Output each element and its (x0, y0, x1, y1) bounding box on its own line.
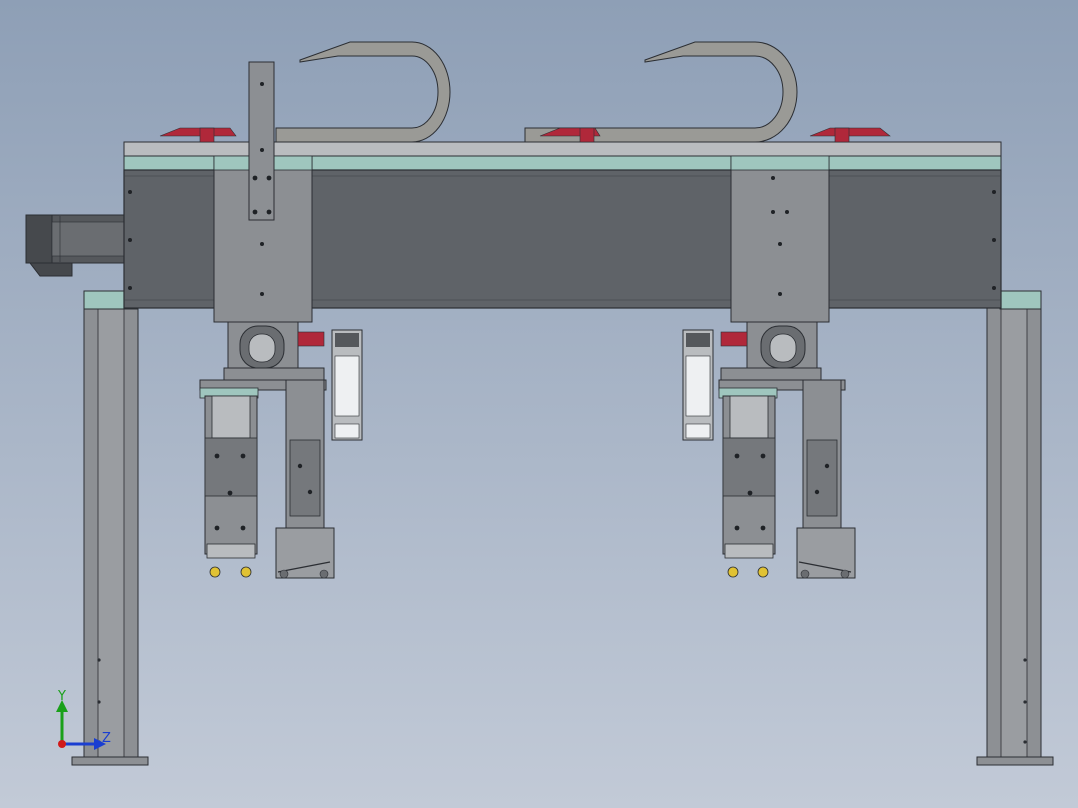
gantry-assembly-view[interactable]: Y Z (0, 0, 1078, 808)
x-axis-origin (58, 740, 66, 748)
z-axis-label: Z (102, 731, 111, 746)
servo-motor[interactable] (25, 214, 127, 277)
end-effector-right[interactable] (682, 321, 856, 579)
cad-viewport[interactable]: Y Z (0, 0, 1078, 808)
right-leg (976, 290, 1054, 766)
end-effector-left[interactable] (199, 321, 363, 579)
cable-chain-right (524, 41, 798, 143)
y-axis-label: Y (57, 689, 66, 704)
cable-chain-left (275, 41, 451, 143)
carriage-right[interactable] (730, 155, 830, 323)
left-leg (71, 290, 149, 766)
carriage-left[interactable] (213, 61, 313, 323)
